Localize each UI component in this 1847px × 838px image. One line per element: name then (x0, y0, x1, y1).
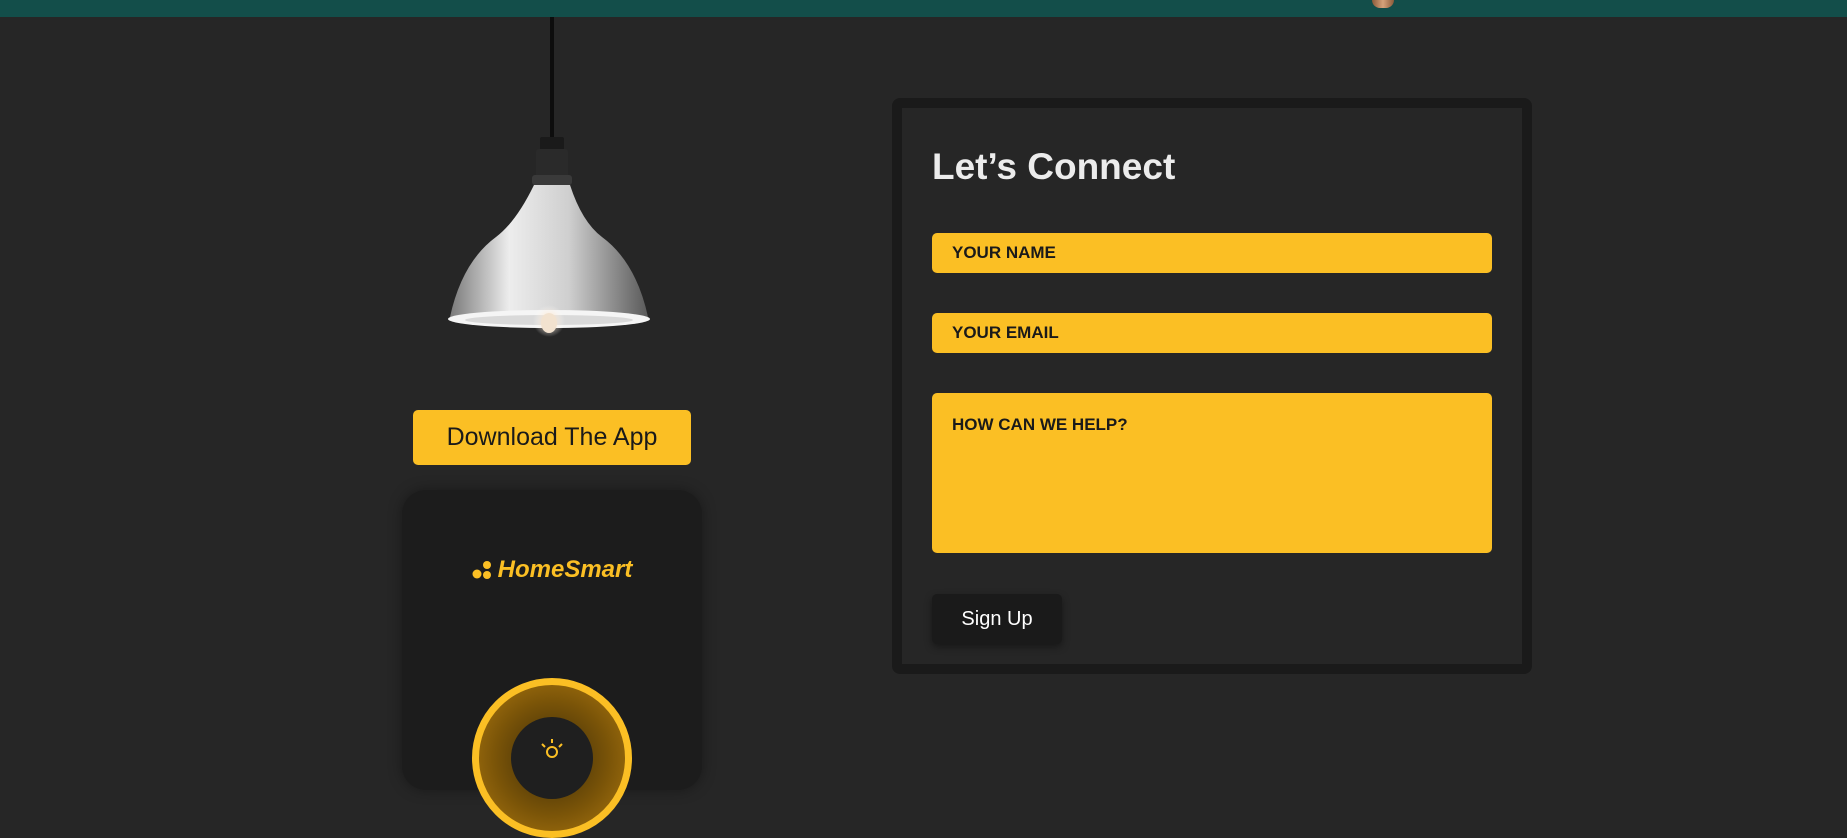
light-dial (472, 678, 632, 838)
app-preview-phone: HomeSmart (402, 490, 702, 838)
sign-up-button[interactable]: Sign Up (932, 594, 1062, 644)
pendant-lamp-image (448, 17, 650, 337)
brand: HomeSmart (402, 556, 702, 584)
dial-center (511, 717, 593, 799)
top-ornament-image (1372, 0, 1394, 8)
name-input[interactable] (932, 233, 1492, 273)
download-app-button[interactable]: Download The App (413, 410, 691, 465)
sun-icon (541, 739, 563, 758)
dots-logo-icon (472, 561, 491, 579)
contact-title: Let’s Connect (932, 146, 1176, 187)
brand-name: HomeSmart (497, 556, 633, 583)
email-input[interactable] (932, 313, 1492, 353)
contact-card: Let’s Connect Sign Up (892, 98, 1532, 674)
top-bar (0, 0, 1847, 17)
help-textarea[interactable] (932, 393, 1492, 553)
